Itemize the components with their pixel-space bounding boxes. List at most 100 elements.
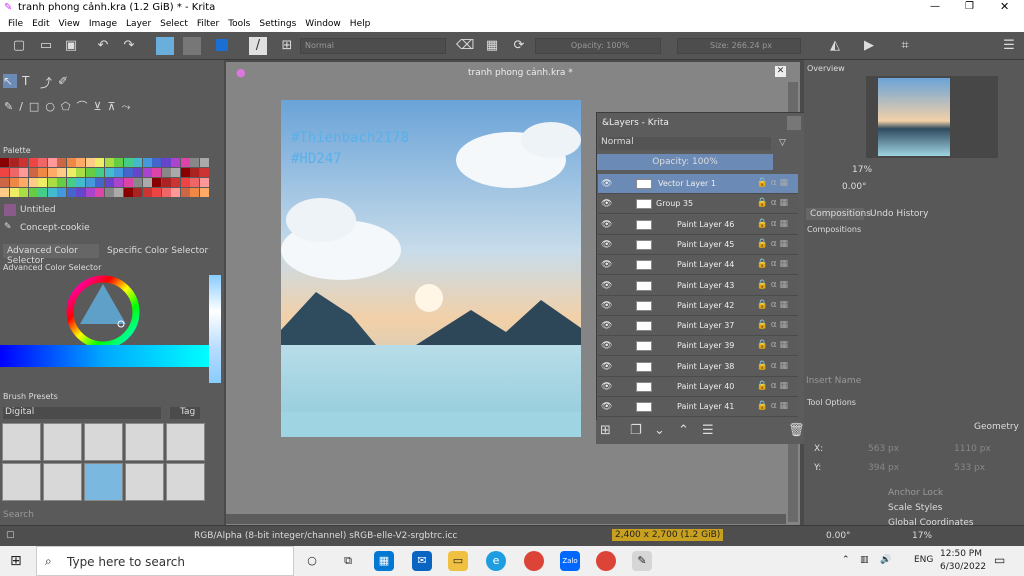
cortana-icon[interactable]: ○	[302, 551, 322, 571]
palette-swatch[interactable]	[28, 168, 38, 177]
menu-filter[interactable]: Filter	[197, 19, 219, 29]
duplicate-icon[interactable]: ❐	[630, 423, 642, 438]
palette-swatch[interactable]	[28, 178, 38, 187]
mail-icon[interactable]: ✉	[412, 551, 432, 571]
palette-swatch[interactable]	[152, 158, 161, 167]
fg-color-icon[interactable]	[216, 39, 228, 51]
palette-swatch[interactable]	[171, 178, 180, 187]
palette-swatch[interactable]	[66, 178, 76, 187]
palette-swatch[interactable]	[47, 188, 57, 197]
palette-swatch[interactable]	[180, 178, 190, 187]
overview-thumbnail[interactable]	[878, 78, 950, 156]
palette-swatch[interactable]	[123, 178, 133, 187]
palette-swatch[interactable]	[38, 168, 47, 177]
pattern-icon[interactable]	[183, 37, 201, 55]
palette-swatch[interactable]	[114, 168, 123, 177]
palette-swatch[interactable]	[190, 188, 199, 197]
brush-preset[interactable]	[43, 463, 82, 501]
composition-name-input[interactable]: Insert Name	[806, 376, 861, 386]
tab-compositions[interactable]: Compositions	[806, 208, 871, 220]
palette-swatch[interactable]	[199, 168, 209, 177]
status-zoom[interactable]: 17%	[912, 531, 932, 541]
brush-preset[interactable]	[2, 423, 41, 461]
layer-flags-icon[interactable]: 🔒 α ▦	[757, 300, 788, 310]
new-document-icon[interactable]: ▢	[10, 37, 28, 55]
palette-swatch[interactable]	[190, 168, 199, 177]
layer-row[interactable]: 👁 Group 35 🔒 α ▦	[598, 194, 798, 215]
layer-flags-icon[interactable]: 🔒 α ▦	[757, 381, 788, 391]
layer-row[interactable]: 👁 Paint Layer 37 🔒 α ▦	[598, 316, 798, 337]
palette-swatch[interactable]	[85, 168, 95, 177]
layer-flags-icon[interactable]: 🔒 α ▦	[757, 239, 788, 249]
brush-preset[interactable]	[84, 463, 123, 501]
palette-swatch[interactable]	[0, 178, 9, 187]
palette-swatch[interactable]	[104, 178, 114, 187]
palette-swatch[interactable]	[95, 188, 104, 197]
palette-swatch[interactable]	[19, 178, 28, 187]
shape-tools-icon[interactable]: ✎/□○⬠⌒⊻⊼⤳	[4, 98, 136, 114]
overview-zoom[interactable]: 17%	[852, 165, 872, 175]
brush-preset-grid[interactable]	[2, 423, 207, 503]
eraser-icon[interactable]: ⌫	[456, 37, 474, 55]
clock-date[interactable]: 6/30/2022	[940, 562, 986, 572]
layer-row[interactable]: 👁 Paint Layer 39 🔒 α ▦	[598, 336, 798, 357]
brush-name[interactable]: Concept-cookie	[20, 223, 90, 233]
palette-swatch[interactable]	[171, 188, 180, 197]
tab-undo-history[interactable]: Undo History	[870, 209, 928, 219]
layer-row[interactable]: 👁 Paint Layer 44 🔒 α ▦	[598, 255, 798, 276]
taskbar-search[interactable]: ⌕ Type here to search	[36, 546, 294, 576]
landscape-painting[interactable]: #Thienbach2178 #HD247	[281, 100, 581, 437]
language-indicator[interactable]: ENG	[914, 555, 933, 565]
layer-row[interactable]: 👁 Paint Layer 38 🔒 α ▦	[598, 356, 798, 377]
visibility-icon[interactable]: 👁	[601, 240, 612, 250]
palette-swatch[interactable]	[38, 178, 47, 187]
brush-preset[interactable]	[166, 463, 205, 501]
zalo-icon[interactable]: Zalo	[560, 551, 580, 571]
palette-swatch[interactable]	[142, 188, 152, 197]
text-tool-icon[interactable]: T	[22, 74, 29, 88]
chrome-icon[interactable]	[524, 551, 544, 571]
alpha-lock-icon[interactable]: ▦	[483, 37, 501, 55]
document-close-icon[interactable]: ✕	[775, 66, 786, 77]
menu-help[interactable]: Help	[350, 19, 371, 29]
brush-preset[interactable]	[125, 423, 164, 461]
hamburger-icon[interactable]: ☰	[1000, 37, 1018, 55]
palette-swatch[interactable]	[47, 178, 57, 187]
palette-swatch[interactable]	[104, 188, 114, 197]
visibility-icon[interactable]: 👁	[601, 301, 612, 311]
visibility-icon[interactable]: 👁	[601, 179, 612, 189]
palette-swatch[interactable]	[123, 158, 133, 167]
close-button[interactable]: ✕	[1000, 0, 1009, 13]
palette-swatch[interactable]	[199, 178, 209, 187]
menu-view[interactable]: View	[59, 19, 80, 29]
layer-flags-icon[interactable]: 🔒 α ▦	[757, 401, 788, 411]
y-input[interactable]: 394 px	[868, 463, 899, 473]
menu-tools[interactable]: Tools	[228, 19, 250, 29]
gradient-icon[interactable]	[156, 37, 174, 55]
layer-flags-icon[interactable]: 🔒 α ▦	[757, 340, 788, 350]
layer-flags-icon[interactable]: 🔒 α ▦	[757, 178, 788, 188]
palette-swatch[interactable]	[114, 158, 123, 167]
menu-file[interactable]: File	[8, 19, 23, 29]
scale-styles-check[interactable]: Scale Styles	[888, 503, 942, 513]
layer-flags-icon[interactable]: 🔒 α ▦	[757, 219, 788, 229]
calligraphy-icon[interactable]: ✐	[58, 74, 68, 88]
anchor-lock-check[interactable]: Anchor Lock	[888, 488, 943, 498]
filter-icon[interactable]: ▽	[779, 138, 786, 148]
layer-row[interactable]: 👁 Paint Layer 46 🔒 α ▦	[598, 214, 798, 235]
palette-swatch[interactable]	[66, 168, 76, 177]
color-history[interactable]	[209, 275, 221, 383]
layer-flags-icon[interactable]: 🔒 α ▦	[757, 320, 788, 330]
menu-layer[interactable]: Layer	[126, 19, 151, 29]
minimize-button[interactable]: —	[930, 1, 940, 12]
overview-rotation[interactable]: 0.00°	[842, 182, 867, 192]
layer-opacity[interactable]: Opacity: 100%	[597, 154, 773, 170]
palette-swatch[interactable]	[66, 188, 76, 197]
tab-geometry[interactable]: Geometry	[974, 422, 1019, 432]
layers-close-icon[interactable]	[787, 116, 801, 130]
visibility-icon[interactable]: 👁	[601, 362, 612, 372]
add-layer-icon[interactable]: ⊞	[600, 423, 611, 438]
brush-preset[interactable]	[84, 423, 123, 461]
visibility-icon[interactable]: 👁	[601, 321, 612, 331]
palette-swatch[interactable]	[180, 168, 190, 177]
